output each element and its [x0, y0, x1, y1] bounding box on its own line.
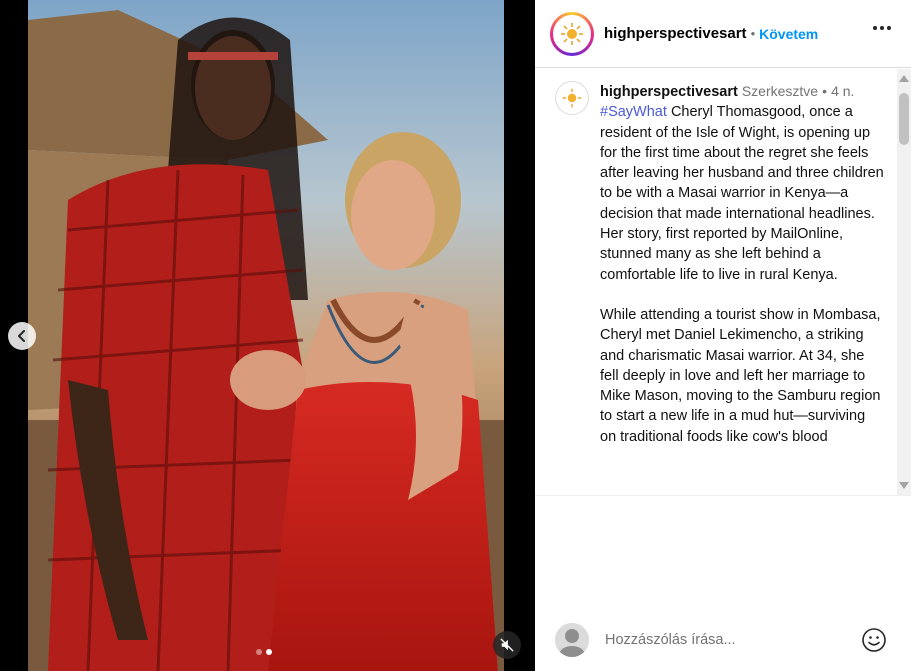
logo-sun-icon — [561, 22, 583, 45]
caption-separator: • — [822, 83, 828, 99]
chevron-left-icon — [18, 330, 25, 342]
section-divider — [535, 495, 911, 496]
follow-button[interactable]: Követem — [759, 26, 818, 42]
more-dots-icon — [873, 26, 877, 30]
author-username[interactable]: highperspectivesart — [604, 25, 747, 42]
caption-scroll-area[interactable]: highperspectivesart Szerkesztve • 4 n. #… — [535, 69, 911, 495]
photo-illustration — [28, 0, 504, 671]
header-separator: • — [750, 26, 756, 41]
hashtag-link[interactable]: #SayWhat — [600, 104, 667, 120]
edited-label: Szerkesztve — [741, 83, 819, 99]
caption-paragraph: #SayWhat Cheryl Thomasgood, once a resid… — [600, 102, 885, 285]
carousel-dot — [256, 649, 262, 655]
post-photo — [28, 0, 504, 671]
current-user-avatar — [555, 623, 589, 657]
caption-username[interactable]: highperspectivesart — [600, 84, 738, 100]
logo-sun-icon — [562, 88, 582, 108]
post-media — [0, 0, 535, 671]
caption-paragraph-1: Cheryl Thomasgood, once a resident of th… — [600, 104, 884, 283]
caption-scrollbar[interactable] — [897, 69, 911, 495]
emoji-smile-icon[interactable] — [861, 627, 887, 653]
scroll-thumb[interactable] — [899, 93, 909, 145]
scroll-down-arrow-icon[interactable] — [899, 482, 909, 489]
carousel-indicator — [256, 649, 272, 655]
post-time[interactable]: 4 n. — [831, 83, 854, 99]
default-user-icon — [555, 623, 589, 657]
caption-paragraph-2: While attending a tourist show in Mombas… — [600, 306, 881, 445]
carousel-prev-button[interactable] — [8, 322, 36, 350]
caption-author-avatar[interactable] — [555, 81, 589, 115]
muted-speaker-icon — [500, 638, 514, 652]
carousel-dot-active — [266, 649, 272, 655]
mute-button[interactable] — [493, 631, 521, 659]
post-side-panel: highperspectivesart • Követem highperspe… — [535, 0, 911, 671]
author-avatar[interactable] — [550, 11, 594, 56]
post-header: highperspectivesart • Követem — [535, 0, 911, 68]
scroll-up-arrow-icon[interactable] — [899, 75, 909, 82]
comment-bar — [535, 615, 911, 665]
comment-input[interactable] — [605, 632, 845, 648]
caption-text: highperspectivesart Szerkesztve • 4 n. #… — [600, 81, 885, 467]
more-options-button[interactable] — [873, 26, 891, 30]
